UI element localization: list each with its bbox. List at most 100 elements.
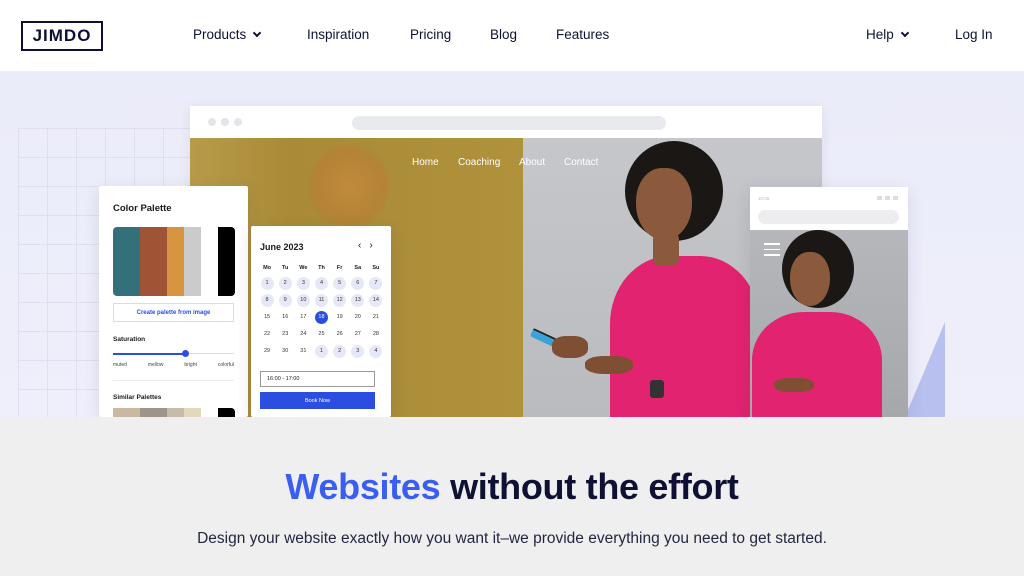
- calendar-day[interactable]: 2: [278, 277, 292, 290]
- calendar-day[interactable]: 1: [314, 345, 328, 358]
- decorative-triangle: [905, 322, 945, 417]
- saturation-slider[interactable]: [113, 350, 234, 357]
- calendar-day[interactable]: 31: [297, 345, 310, 358]
- swatch[interactable]: [201, 227, 218, 296]
- similar-swatch[interactable]: [184, 408, 201, 417]
- calendar-day[interactable]: 16: [279, 311, 292, 324]
- calendar-day[interactable]: 24: [297, 328, 310, 341]
- divider: [113, 380, 234, 381]
- palette-swatches: [113, 227, 235, 296]
- time-slot-field[interactable]: 16:00 - 17:00: [260, 371, 375, 387]
- saturation-option[interactable]: muted: [113, 362, 127, 368]
- person-photo: [750, 230, 908, 417]
- window-dot-icon: [221, 118, 229, 126]
- site-nav-coaching: Coaching: [458, 157, 501, 168]
- address-bar: [352, 116, 666, 130]
- palette-title: Color Palette: [113, 203, 172, 214]
- mobile-mockup: 10:05: [750, 187, 908, 417]
- similar-swatch[interactable]: [201, 408, 218, 417]
- calendar-day[interactable]: 12: [333, 294, 347, 307]
- nav-pricing[interactable]: Pricing: [410, 27, 451, 42]
- calendar-day[interactable]: 21: [369, 311, 382, 324]
- calendar-day[interactable]: 25: [315, 328, 328, 341]
- calendar-day[interactable]: 22: [261, 328, 274, 341]
- nav-products[interactable]: Products: [193, 27, 262, 42]
- similar-swatch[interactable]: [140, 408, 167, 417]
- calendar-day[interactable]: 17: [297, 311, 310, 324]
- nav-features[interactable]: Features: [556, 27, 609, 42]
- chevron-down-icon: [900, 28, 910, 37]
- swatch[interactable]: [184, 227, 201, 296]
- calendar-month: June 2023: [260, 242, 304, 252]
- login-link[interactable]: Log In: [955, 27, 993, 42]
- calendar-day[interactable]: 20: [351, 311, 364, 324]
- swatch[interactable]: [167, 227, 184, 296]
- calendar-day[interactable]: 4: [369, 345, 383, 358]
- page-headline: Websites without the effort: [0, 466, 1024, 508]
- swatch[interactable]: [113, 227, 140, 296]
- booking-calendar-card: June 2023 ‹ › Mo Tu We Th Fr Sa Su 1 2 3 4 5 6 7 8 9 10 1…: [251, 226, 391, 417]
- chevron-left-icon[interactable]: ‹: [358, 240, 361, 251]
- calendar-day[interactable]: 5: [333, 277, 347, 290]
- saturation-slider-fill: [113, 352, 186, 355]
- weekday-label: Sa: [354, 265, 362, 271]
- calendar-day[interactable]: 8: [260, 294, 274, 307]
- calendar-day[interactable]: 14: [369, 294, 383, 307]
- battery-icon: [893, 196, 898, 200]
- page-subheadline: Design your website exactly how you want…: [197, 530, 827, 547]
- decorative-blob: [308, 144, 390, 228]
- weekday-label: Mo: [263, 265, 272, 271]
- swatch[interactable]: [140, 227, 167, 296]
- calendar-nav: ‹ ›: [358, 240, 373, 251]
- similar-swatch[interactable]: [167, 408, 184, 417]
- calendar-day[interactable]: 30: [279, 345, 292, 358]
- calendar-day[interactable]: 15: [261, 311, 274, 324]
- nav-inspiration-label: Inspiration: [307, 27, 370, 42]
- calendar-day[interactable]: 10: [296, 294, 310, 307]
- saturation-option[interactable]: mellow: [148, 362, 164, 368]
- similar-palettes-title: Similar Palettes: [113, 394, 162, 401]
- nav-products-label: Products: [193, 27, 247, 42]
- calendar-day[interactable]: 7: [369, 277, 383, 290]
- saturation-label: Saturation: [113, 336, 146, 343]
- wifi-icon: [885, 196, 890, 200]
- calendar-day[interactable]: 23: [279, 328, 292, 341]
- window-dot-icon: [208, 118, 216, 126]
- calendar-day[interactable]: 6: [351, 277, 365, 290]
- calendar-day[interactable]: 3: [351, 345, 365, 358]
- nav-features-label: Features: [556, 27, 610, 42]
- calendar-day[interactable]: 19: [333, 311, 346, 324]
- calendar-day[interactable]: 9: [278, 294, 292, 307]
- nav-blog[interactable]: Blog: [490, 27, 517, 42]
- similar-swatch[interactable]: [113, 408, 140, 417]
- saturation-slider-handle[interactable]: [182, 350, 190, 357]
- similar-swatch[interactable]: [218, 408, 235, 417]
- swatch[interactable]: [218, 227, 235, 296]
- calendar-day[interactable]: 3: [296, 277, 310, 290]
- create-palette-button[interactable]: Create palette from image: [113, 303, 234, 322]
- calendar-day[interactable]: 2: [333, 345, 347, 358]
- headline-rest: without the effort: [440, 466, 739, 507]
- weekday-label: Th: [318, 265, 325, 271]
- saturation-option[interactable]: colorful: [218, 362, 234, 368]
- calendar-day[interactable]: 27: [351, 328, 364, 341]
- login-label: Log In: [955, 27, 993, 42]
- mobile-address-bar: [758, 210, 899, 224]
- calendar-day[interactable]: 29: [261, 345, 274, 358]
- calendar-day-selected[interactable]: 18: [314, 311, 328, 324]
- calendar-day[interactable]: 26: [333, 328, 346, 341]
- chevron-down-icon: [253, 28, 262, 37]
- nav-blog-label: Blog: [490, 27, 518, 42]
- jimdo-logo[interactable]: JIMDO: [21, 21, 103, 51]
- chevron-right-icon[interactable]: ›: [369, 240, 372, 251]
- calendar-day[interactable]: 13: [351, 294, 365, 307]
- calendar-day[interactable]: 1: [260, 277, 274, 290]
- calendar-day[interactable]: 11: [314, 294, 328, 307]
- nav-inspiration[interactable]: Inspiration: [307, 27, 369, 42]
- saturation-option[interactable]: bright: [184, 362, 197, 368]
- calendar-day[interactable]: 4: [314, 277, 328, 290]
- calendar-grid: Mo Tu We Th Fr Sa Su 1 2 3 4 5 6 7 8 9 10 11 12 13 14 15 16 17 1…: [258, 263, 385, 358]
- calendar-day[interactable]: 28: [369, 328, 382, 341]
- book-now-button[interactable]: Book Now: [260, 392, 375, 409]
- nav-help[interactable]: Help: [866, 27, 910, 42]
